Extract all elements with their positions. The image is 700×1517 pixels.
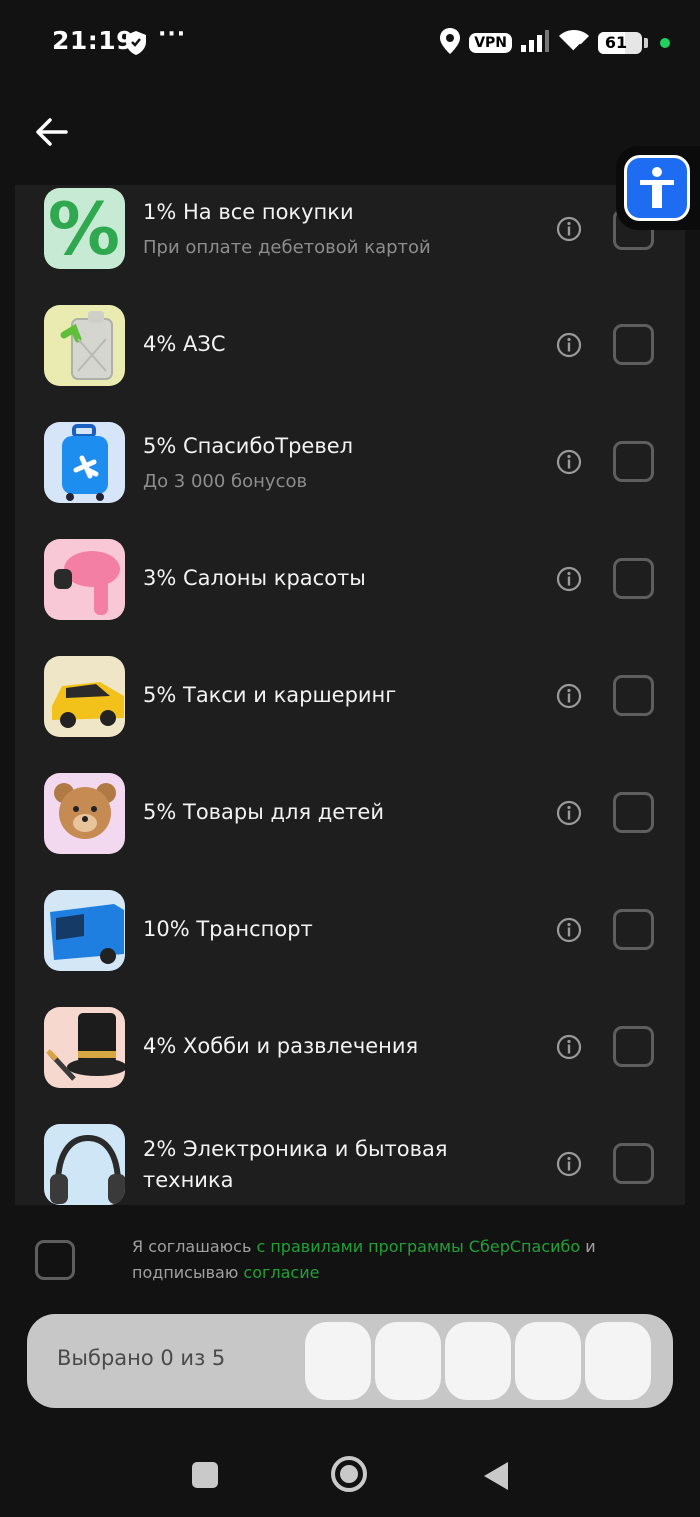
- status-icons: VPN 61: [439, 28, 670, 58]
- taxi-icon: [44, 656, 125, 737]
- item-checkbox[interactable]: [613, 558, 654, 599]
- rules-link[interactable]: с правилами программы СберСпасибо: [256, 1237, 580, 1256]
- info-icon[interactable]: [556, 449, 582, 475]
- svg-text:%: %: [48, 188, 120, 269]
- list-item[interactable]: 5% Такси и каршеринг: [15, 655, 685, 772]
- status-bar: 21:19 ··· VPN 61: [0, 0, 700, 86]
- item-title: 1% На все покупки: [143, 200, 354, 224]
- jerrycan-icon: [44, 305, 125, 386]
- list-item[interactable]: 4% Хобби и развлечения: [15, 1006, 685, 1123]
- percent-icon: %: [44, 188, 125, 269]
- list-item[interactable]: 2% Электроника и бытовая техника: [15, 1123, 685, 1205]
- selection-slot: [445, 1322, 511, 1400]
- category-list[interactable]: % 1% На все покупки При оплате дебетовой…: [15, 185, 685, 1205]
- bus-icon: [44, 890, 125, 971]
- signal-icon: [520, 29, 550, 57]
- list-item[interactable]: 10% Транспорт: [15, 889, 685, 1006]
- item-checkbox[interactable]: [613, 792, 654, 833]
- accessibility-icon: [624, 155, 690, 221]
- selection-slots: [305, 1322, 655, 1400]
- item-checkbox[interactable]: [613, 1143, 654, 1184]
- suitcase-icon: [44, 422, 125, 503]
- info-icon[interactable]: [556, 683, 582, 709]
- back-triangle-icon[interactable]: [482, 1460, 510, 1492]
- item-title: 5% СпасибоТревел: [143, 434, 354, 458]
- home-button[interactable]: [331, 1456, 367, 1492]
- recent-apps-button[interactable]: [192, 1462, 218, 1488]
- info-icon[interactable]: [556, 1151, 582, 1177]
- list-item[interactable]: 4% АЗС: [15, 304, 685, 421]
- item-checkbox[interactable]: [613, 324, 654, 365]
- selection-slot: [305, 1322, 371, 1400]
- agreement-checkbox[interactable]: [35, 1240, 75, 1280]
- consent-link[interactable]: согласие: [243, 1263, 319, 1282]
- agreement-text-part: Я соглашаюсь: [132, 1237, 257, 1256]
- privacy-indicator: [660, 38, 670, 48]
- back-button[interactable]: [34, 114, 70, 150]
- item-title: 10% Транспорт: [143, 917, 313, 941]
- selection-count-label: Выбрано 0 из 5: [57, 1346, 226, 1370]
- headphones-icon: [44, 1124, 125, 1205]
- info-icon[interactable]: [556, 566, 582, 592]
- info-icon[interactable]: [556, 800, 582, 826]
- item-checkbox[interactable]: [613, 1026, 654, 1067]
- item-checkbox[interactable]: [613, 675, 654, 716]
- info-icon[interactable]: [556, 332, 582, 358]
- item-title: 5% Такси и каршеринг: [143, 683, 397, 707]
- battery-icon: 61: [598, 32, 642, 54]
- list-item[interactable]: 5% Товары для детей: [15, 772, 685, 889]
- accessibility-button[interactable]: [616, 146, 700, 230]
- battery-level: 61: [604, 33, 628, 52]
- info-icon[interactable]: [556, 216, 582, 242]
- item-title: 5% Товары для детей: [143, 800, 384, 824]
- list-item[interactable]: 3% Салоны красоты: [15, 538, 685, 655]
- arrow-left-icon: [36, 118, 68, 146]
- info-icon[interactable]: [556, 917, 582, 943]
- wifi-icon: [558, 29, 590, 57]
- selection-bar[interactable]: Выбрано 0 из 5: [27, 1314, 673, 1408]
- hairdryer-icon: [44, 539, 125, 620]
- info-icon[interactable]: [556, 1034, 582, 1060]
- selection-slot: [375, 1322, 441, 1400]
- list-item[interactable]: 5% СпасибоТревел До 3 000 бонусов: [15, 421, 685, 538]
- agreement-row: Я соглашаюсь с правилами программы СберС…: [0, 1230, 700, 1290]
- item-checkbox[interactable]: [613, 441, 654, 482]
- shield-icon: [124, 30, 148, 60]
- item-subtitle: При оплате дебетовой картой: [143, 237, 431, 258]
- item-checkbox[interactable]: [613, 909, 654, 950]
- item-title: 3% Салоны красоты: [143, 566, 366, 590]
- item-subtitle: До 3 000 бонусов: [143, 471, 308, 492]
- vpn-badge: VPN: [469, 33, 512, 53]
- top-hat-icon: [44, 1007, 125, 1088]
- item-title: 4% Хобби и развлечения: [143, 1034, 419, 1058]
- system-nav-bar: [0, 1430, 700, 1517]
- agreement-text: Я соглашаюсь с правилами программы СберС…: [132, 1234, 652, 1286]
- item-title: 4% АЗС: [143, 332, 226, 356]
- status-time: 21:19: [52, 26, 135, 55]
- list-item[interactable]: % 1% На все покупки При оплате дебетовой…: [15, 187, 685, 304]
- location-icon: [439, 27, 461, 59]
- teddy-bear-icon: [44, 773, 125, 854]
- selection-slot: [585, 1322, 651, 1400]
- more-notifications-icon: ···: [158, 22, 187, 47]
- item-title: 2% Электроника и бытовая техника: [143, 1137, 448, 1192]
- selection-slot: [515, 1322, 581, 1400]
